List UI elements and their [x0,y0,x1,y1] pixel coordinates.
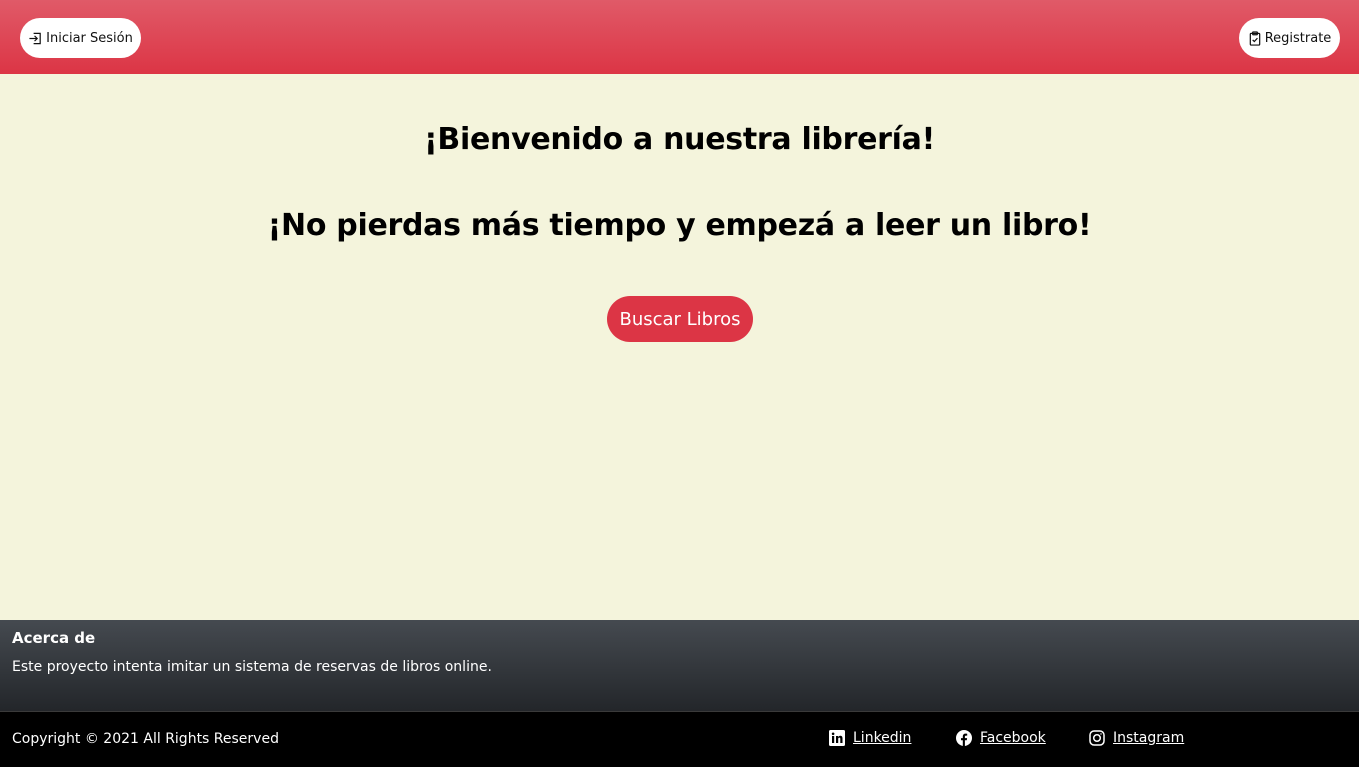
read-heading: ¡No pierdas más tiempo y empezá a leer u… [267,208,1092,243]
search-books-button[interactable]: Buscar Libros [607,296,753,342]
copyright-text: Copyright © 2021 All Rights Reserved [12,731,279,747]
facebook-link[interactable]: Facebook [956,730,1046,746]
instagram-link[interactable]: Instagram [1089,730,1184,746]
welcome-heading: ¡Bienvenido a nuestra librería! [424,122,935,157]
login-label: Iniciar Sesión [46,30,133,46]
about-section: Acerca de Este proyecto intenta imitar u… [0,620,1359,711]
login-icon [28,31,43,46]
linkedin-label: Linkedin [853,730,912,746]
about-title: Acerca de [12,629,96,647]
login-button[interactable]: Iniciar Sesión [20,18,141,58]
linkedin-icon [829,730,845,746]
linkedin-link[interactable]: Linkedin [829,730,911,746]
clipboard-check-icon [1248,30,1262,46]
register-button[interactable]: Registrate [1239,18,1340,58]
about-text: Este proyecto intenta imitar un sistema … [12,659,492,675]
top-navbar: Iniciar Sesión Registrate [0,0,1359,74]
register-label: Registrate [1264,30,1332,46]
instagram-label: Instagram [1113,730,1185,746]
footer-bar: Copyright © 2021 All Rights Reserved Lin… [0,711,1359,767]
instagram-icon [1089,730,1105,746]
facebook-icon [956,730,972,746]
facebook-label: Facebook [980,730,1046,746]
main-content: ¡Bienvenido a nuestra librería! ¡No pier… [0,74,1359,620]
